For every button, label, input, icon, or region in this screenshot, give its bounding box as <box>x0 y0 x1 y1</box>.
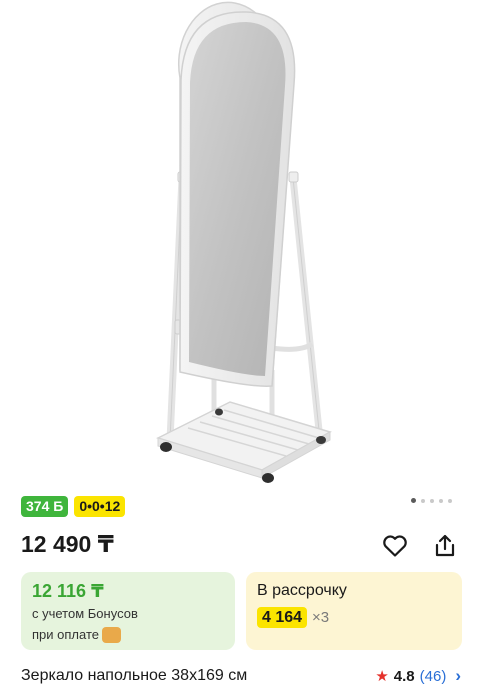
title-row: Зеркало напольное 38x169 см ★ 4.8 (46) › <box>21 665 461 687</box>
rating[interactable]: ★ 4.8 (46) › <box>375 666 461 686</box>
share-icon <box>435 534 455 557</box>
gallery-dot[interactable] <box>448 498 452 503</box>
heart-icon <box>383 535 407 557</box>
bonus-price: 12 116 ₸ <box>32 581 104 601</box>
reviews-count[interactable]: (46) <box>420 668 447 685</box>
bonus-caption-line2: при оплате <box>32 627 99 642</box>
installment-row: 4 164 ×3 <box>257 607 451 628</box>
badges: 374 Б 0•0•12 <box>21 496 126 517</box>
product-title: Зеркало напольное 38x169 см <box>21 667 248 684</box>
bonus-caption-line1: с учетом Бонусов <box>32 606 138 621</box>
share-button[interactable] <box>430 531 460 561</box>
gallery-dots[interactable] <box>411 498 452 503</box>
installment-multiplier: ×3 <box>312 609 330 626</box>
product-image[interactable] <box>0 0 482 490</box>
bonus-price-card[interactable]: 12 116 ₸ с учетом Бонусов при оплате <box>21 572 235 650</box>
star-icon: ★ <box>375 668 389 685</box>
gallery-dot[interactable] <box>430 498 434 503</box>
product-price: 12 490 ₸ <box>21 531 114 557</box>
installment-badge: 0•0•12 <box>74 496 126 517</box>
installment-title: В рассрочку <box>257 582 347 599</box>
gallery-dot[interactable] <box>439 498 443 503</box>
rating-value: 4.8 <box>393 667 415 685</box>
gallery-dot[interactable] <box>421 498 425 503</box>
chevron-right-icon[interactable]: › <box>455 666 461 686</box>
payment-icon <box>101 626 121 643</box>
bonus-caption-line2-row: при оплате <box>32 625 224 644</box>
bonus-badge: 374 Б <box>21 496 69 517</box>
favorite-button[interactable] <box>380 531 410 561</box>
installment-card[interactable]: В рассрочку 4 164 ×3 <box>246 572 462 650</box>
gallery-dot-active[interactable] <box>411 498 416 503</box>
mirror-image <box>155 1 332 483</box>
installment-amount: 4 164 <box>257 607 308 628</box>
